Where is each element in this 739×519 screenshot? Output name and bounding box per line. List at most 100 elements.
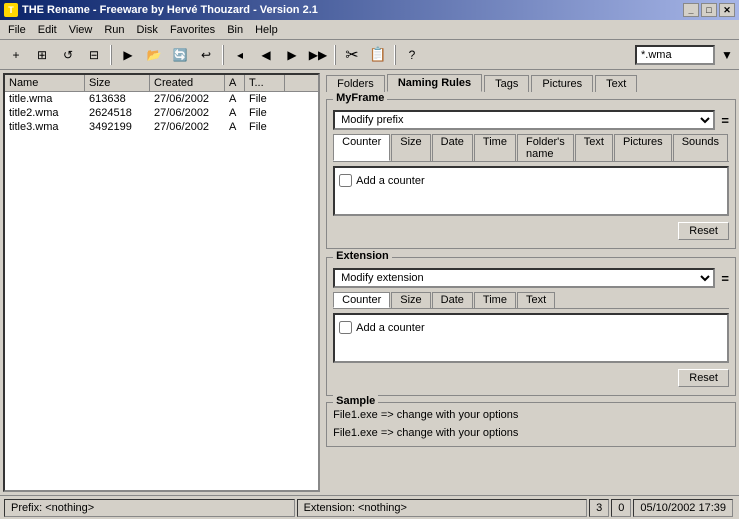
file-row[interactable]: title.wma 613638 27/06/2002 A File: [5, 92, 318, 106]
menu-favorites[interactable]: Favorites: [164, 22, 221, 38]
title-bar-controls: _ □ ✕: [683, 3, 735, 17]
tab-pictures[interactable]: Pictures: [531, 75, 593, 92]
main-container: Name Size Created A T... title.wma 61363…: [0, 70, 739, 495]
toolbar-run-btn[interactable]: ▶: [116, 44, 140, 66]
myframe-dropdown[interactable]: Modify prefix Modify suffix Replace Inse…: [333, 110, 715, 130]
status-prefix: Prefix: <nothing>: [4, 499, 295, 517]
extension-dropdown[interactable]: Modify extension Add extension Remove ex…: [333, 268, 715, 288]
menu-bin[interactable]: Bin: [221, 22, 249, 38]
myframe-tab-size[interactable]: Size: [391, 134, 430, 161]
file-name: title2.wma: [5, 107, 85, 119]
toolbar-help-btn[interactable]: ?: [400, 44, 424, 66]
toolbar-next2-btn[interactable]: ▶▶: [306, 44, 330, 66]
menu-disk[interactable]: Disk: [131, 22, 164, 38]
status-count2: 0: [611, 499, 631, 517]
extension-reset-button[interactable]: Reset: [678, 369, 729, 387]
menu-run[interactable]: Run: [98, 22, 130, 38]
myframe-tab-date[interactable]: Date: [432, 134, 473, 161]
file-row[interactable]: title3.wma 3492199 27/06/2002 A File: [5, 120, 318, 134]
sample-group: Sample File1.exe => change with your opt…: [326, 402, 736, 447]
extension-tab-size[interactable]: Size: [391, 292, 430, 308]
sample-line-2: File1.exe => change with your options: [333, 425, 729, 443]
file-name: title.wma: [5, 93, 85, 105]
file-attr: A: [225, 93, 245, 105]
toolbar-next-btn[interactable]: ▶: [280, 44, 304, 66]
col-header-size[interactable]: Size: [85, 75, 150, 91]
toolbar-prev-btn[interactable]: ◂: [228, 44, 252, 66]
maximize-button[interactable]: □: [701, 3, 717, 17]
tab-folders[interactable]: Folders: [326, 75, 385, 92]
extension-tab-counter[interactable]: Counter: [333, 292, 390, 308]
toolbar-undo-btn[interactable]: ↩: [194, 44, 218, 66]
myframe-dropdown-row: Modify prefix Modify suffix Replace Inse…: [333, 110, 729, 130]
myframe-reset-row: Reset: [333, 218, 729, 242]
file-type: File: [245, 107, 285, 119]
extension-tab-text[interactable]: Text: [517, 292, 555, 308]
menu-file[interactable]: File: [2, 22, 32, 38]
toolbar: + ⊞ ↺ ⊟ ▶ 📂 🔄 ↩ ◂ ◀ ▶ ▶▶ ✂ 📋 ? ▼: [0, 40, 739, 70]
col-header-name[interactable]: Name: [5, 75, 85, 91]
filter-input[interactable]: [635, 45, 715, 65]
toolbar-open-btn[interactable]: 📂: [142, 44, 166, 66]
toolbar-prev2-btn[interactable]: ◀: [254, 44, 278, 66]
extension-panel-content: Add a counter: [333, 313, 729, 363]
myframe-reset-button[interactable]: Reset: [678, 222, 729, 240]
myframe-group: MyFrame Modify prefix Modify suffix Repl…: [326, 99, 736, 249]
tab-text[interactable]: Text: [595, 75, 637, 92]
menu-bar: File Edit View Run Disk Favorites Bin He…: [0, 20, 739, 40]
app-icon: T: [4, 3, 18, 17]
myframe-tab-foldername[interactable]: Folder's name: [517, 134, 574, 161]
file-created: 27/06/2002: [150, 121, 225, 133]
toolbar-add-btn[interactable]: +: [4, 44, 28, 66]
extension-inner-tab-bar: Counter Size Date Time Text: [333, 292, 729, 309]
file-created: 27/06/2002: [150, 107, 225, 119]
top-tab-bar: Folders Naming Rules Tags Pictures Text: [326, 73, 736, 91]
toolbar-remove-btn[interactable]: ⊟: [82, 44, 106, 66]
extension-dropdown-wrapper: Modify extension Add extension Remove ex…: [333, 268, 715, 288]
myframe-tab-text[interactable]: Text: [575, 134, 613, 161]
toolbar-reload-btn[interactable]: 🔄: [168, 44, 192, 66]
file-panel: Name Size Created A T... title.wma 61363…: [3, 73, 320, 492]
close-button[interactable]: ✕: [719, 3, 735, 17]
extension-group: Extension Modify extension Add extension…: [326, 257, 736, 396]
extension-add-counter-row: Add a counter: [339, 319, 723, 336]
col-header-a[interactable]: A: [225, 75, 245, 91]
myframe-tab-counter[interactable]: Counter: [333, 134, 390, 161]
tab-naming-rules[interactable]: Naming Rules: [387, 74, 482, 92]
window-title: THE Rename - Freeware by Hervé Thouzard …: [22, 4, 318, 16]
menu-view[interactable]: View: [63, 22, 99, 38]
file-row[interactable]: title2.wma 2624518 27/06/2002 A File: [5, 106, 318, 120]
col-header-created[interactable]: Created: [150, 75, 225, 91]
minimize-button[interactable]: _: [683, 3, 699, 17]
extension-eq-sign: =: [721, 271, 729, 286]
menu-edit[interactable]: Edit: [32, 22, 63, 38]
filter-dropdown-btn[interactable]: ▼: [719, 44, 735, 66]
toolbar-refresh-btn[interactable]: ↺: [56, 44, 80, 66]
toolbar-sep-3: [334, 45, 336, 65]
title-bar: T THE Rename - Freeware by Hervé Thouzar…: [0, 0, 739, 20]
toolbar-sep-4: [394, 45, 396, 65]
myframe-add-counter-label: Add a counter: [356, 175, 425, 187]
extension-add-counter-checkbox[interactable]: [339, 321, 352, 334]
extension-tab-time[interactable]: Time: [474, 292, 516, 308]
toolbar-cut-btn[interactable]: ✂: [340, 44, 364, 66]
right-panel: Folders Naming Rules Tags Pictures Text …: [323, 70, 739, 495]
toolbar-sep-1: [110, 45, 112, 65]
myframe-add-counter-checkbox[interactable]: [339, 174, 352, 187]
myframe-tab-pictures[interactable]: Pictures: [614, 134, 672, 161]
extension-tab-date[interactable]: Date: [432, 292, 473, 308]
myframe-tab-time[interactable]: Time: [474, 134, 516, 161]
file-attr: A: [225, 121, 245, 133]
col-header-t[interactable]: T...: [245, 75, 285, 91]
file-type: File: [245, 93, 285, 105]
title-bar-left: T THE Rename - Freeware by Hervé Thouzar…: [4, 3, 318, 17]
menu-help[interactable]: Help: [249, 22, 284, 38]
toolbar-paste-btn[interactable]: 📋: [366, 44, 390, 66]
file-attr: A: [225, 107, 245, 119]
file-size: 3492199: [85, 121, 150, 133]
extension-title: Extension: [333, 250, 392, 262]
myframe-tab-sounds[interactable]: Sounds: [673, 134, 728, 161]
toolbar-copy-btn[interactable]: ⊞: [30, 44, 54, 66]
tab-tags[interactable]: Tags: [484, 75, 529, 92]
myframe-add-counter-row: Add a counter: [339, 172, 723, 189]
